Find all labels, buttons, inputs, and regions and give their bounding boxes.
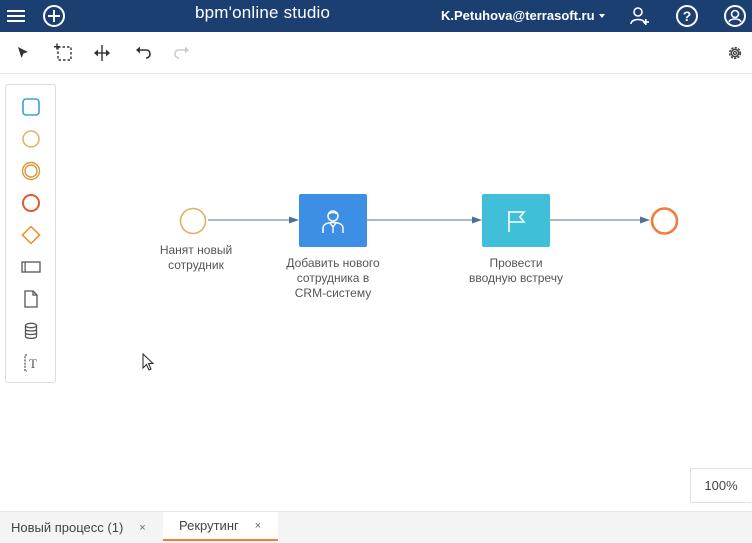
label-line: CRM-систему	[294, 286, 372, 300]
close-icon[interactable]: ×	[139, 522, 145, 534]
task-add-employee[interactable]	[299, 194, 367, 247]
select-pointer-icon[interactable]	[12, 42, 34, 64]
task-meeting[interactable]	[482, 194, 550, 247]
menu-icon[interactable]	[4, 0, 28, 32]
profile-icon[interactable]	[722, 0, 748, 32]
lasso-select-icon[interactable]	[53, 42, 75, 64]
zoom-level[interactable]: 100%	[690, 468, 751, 503]
mouse-cursor-icon	[142, 353, 155, 371]
add-icon[interactable]	[41, 0, 67, 32]
end-event[interactable]	[650, 207, 679, 236]
tab-label: Рекрутинг	[179, 518, 239, 533]
user-email[interactable]: K.Petuhova@terrasoft.ru	[441, 8, 595, 23]
label-line: вводную встречу	[469, 271, 563, 285]
space-tool-icon[interactable]	[91, 42, 113, 64]
label-line: сотрудник	[168, 258, 224, 272]
redo-icon	[171, 42, 193, 64]
label-line: Нанят новый	[159, 243, 233, 257]
label-line: сотрудника в	[296, 271, 370, 285]
label-line: Добавить нового	[286, 256, 380, 270]
undo-icon[interactable]	[132, 42, 154, 64]
process-tabs: Новый процесс (1) × Рекрутинг ×	[0, 511, 752, 543]
start-event[interactable]	[179, 207, 207, 235]
top-bar: bpm'online studio K.Petuhova@terrasoft.r…	[0, 0, 752, 32]
user-icon	[322, 209, 344, 233]
tab-recruiting[interactable]: Рекрутинг ×	[163, 512, 278, 541]
label-line: Провести	[489, 256, 543, 270]
designer-toolbar	[0, 32, 752, 74]
app-brand: bpm'online studio	[195, 3, 331, 22]
tab-label: Новый процесс (1)	[11, 520, 124, 535]
user-add-icon[interactable]	[627, 0, 653, 32]
task2-label: Провести вводную встречу	[456, 256, 576, 286]
close-icon[interactable]: ×	[255, 520, 261, 532]
help-icon[interactable]: ?	[674, 0, 700, 32]
gear-icon[interactable]	[724, 42, 746, 64]
svg-text:?: ?	[683, 8, 692, 24]
task1-label: Добавить нового сотрудника в CRM-систему	[273, 256, 393, 301]
tab-new-process[interactable]: Новый процесс (1) ×	[0, 512, 163, 543]
start-event-label: Нанят новый сотрудник	[141, 243, 251, 273]
process-canvas[interactable]: Нанят новый сотрудник Добавить нового со…	[0, 73, 752, 511]
flag-icon	[508, 210, 526, 232]
chevron-down-icon[interactable]	[599, 14, 605, 18]
